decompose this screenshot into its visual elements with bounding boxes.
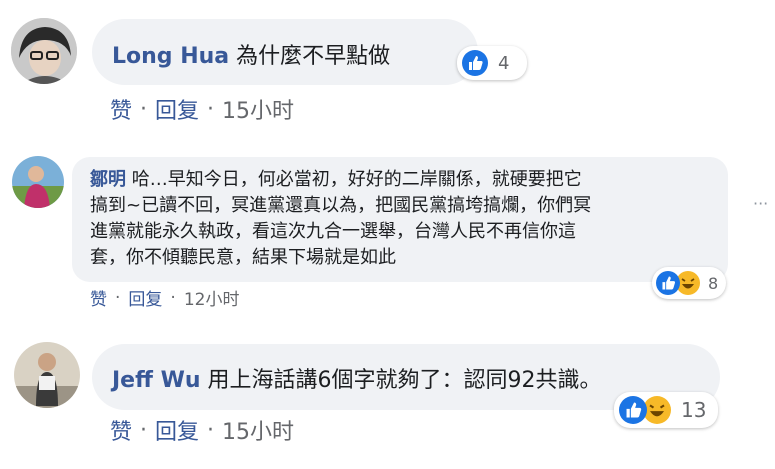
like-icon	[619, 396, 647, 424]
comment-text: 為什麼不早點做	[236, 44, 391, 69]
comment-actions: 赞 · 回复 · 15小时	[110, 93, 294, 125]
separator: ·	[207, 96, 215, 122]
separator: ·	[140, 417, 148, 443]
comment-text-line-1: 哈…早知今日，何必當初，好好的二岸關係，就硬要把它	[131, 169, 582, 190]
reactions-summary[interactable]: 13	[614, 392, 718, 428]
avatar-zou-ming-image	[12, 156, 64, 208]
avatar-long-hua[interactable]	[11, 18, 77, 84]
more-dots-icon[interactable]: ···	[753, 196, 768, 212]
separator: ·	[115, 287, 121, 308]
comment-text: 用上海話講6個字就夠了：認同92共識。	[207, 368, 602, 393]
like-link[interactable]: 赞	[90, 285, 107, 310]
comment-body: 鄒明 哈…早知今日，何必當初，好好的二岸關係，就硬要把它 搞到~已讀不回，冥進黨…	[90, 167, 591, 271]
reaction-count: 4	[498, 52, 510, 74]
timestamp[interactable]: 12小时	[184, 285, 240, 310]
haha-icon	[643, 396, 671, 424]
timestamp[interactable]: 15小时	[222, 93, 294, 125]
avatar-jeff-wu[interactable]	[14, 342, 80, 408]
avatar-jeff-wu-image	[14, 342, 80, 408]
separator: ·	[207, 417, 215, 443]
avatar-long-hua-image	[11, 18, 77, 84]
comment-author[interactable]: Jeff Wu	[112, 368, 201, 393]
comment-text-line-3: 進黨就能永久執政，看這次九合一選舉，台灣人民不再信你這	[90, 221, 576, 242]
like-link[interactable]: 赞	[110, 93, 132, 125]
reaction-count: 8	[708, 273, 719, 293]
like-icon	[462, 50, 488, 76]
comment-actions: 赞 · 回复 · 15小时	[110, 414, 294, 446]
reactions-summary[interactable]: 8	[652, 267, 726, 299]
comment-body: Long Hua 為什麼不早點做	[112, 38, 390, 70]
comment-text-line-4: 套，你不傾聽民意，結果下場就是如此	[90, 247, 396, 268]
avatar-zou-ming[interactable]	[12, 156, 64, 208]
reply-link[interactable]: 回复	[128, 285, 162, 310]
comment-author[interactable]: Long Hua	[112, 44, 229, 69]
comment-body: Jeff Wu 用上海話講6個字就夠了：認同92共識。	[112, 362, 602, 394]
reply-link[interactable]: 回复	[155, 414, 199, 446]
comment-actions: 赞 · 回复 · 12小时	[90, 285, 240, 311]
timestamp[interactable]: 15小时	[222, 414, 294, 446]
separator: ·	[140, 96, 148, 122]
comment-author[interactable]: 鄒明	[90, 169, 126, 190]
reaction-count: 13	[681, 398, 707, 422]
like-link[interactable]: 赞	[110, 414, 132, 446]
reactions-summary[interactable]: 4	[457, 46, 527, 80]
like-icon	[656, 271, 680, 295]
comment-text-line-2: 搞到~已讀不回，冥進黨還真以為，把國民黨搞垮搞爛，你們冥	[90, 195, 592, 216]
reply-link[interactable]: 回复	[155, 93, 199, 125]
separator: ·	[170, 287, 176, 308]
